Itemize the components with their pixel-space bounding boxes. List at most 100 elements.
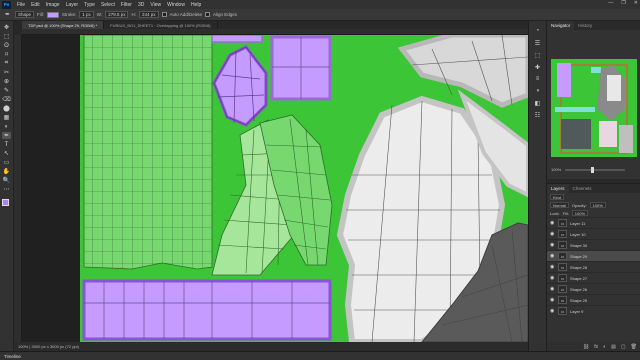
menu-select[interactable]: Select — [98, 2, 118, 8]
visibility-eye-icon[interactable]: ◉ — [550, 308, 555, 314]
layer-name: Shape 27 — [570, 275, 588, 281]
pen-tool-icon[interactable]: ✒ — [3, 11, 12, 18]
shape-mode-select[interactable]: Shape — [15, 11, 35, 18]
eyedropper-tool-icon[interactable]: ⊕ — [2, 78, 11, 85]
tab-document-secondary[interactable]: FURIUS_BG1_SHEET1 · Overlapping @ 100% (… — [104, 21, 218, 29]
tab-history[interactable]: History — [574, 21, 596, 30]
color-panel-icon[interactable]: ◔ — [533, 27, 542, 35]
lock-row: Lock: Fill: 100% — [547, 209, 640, 217]
crop-tool-icon[interactable]: ⌗ — [2, 60, 11, 67]
visibility-eye-icon[interactable]: ◉ — [550, 297, 555, 303]
menu-3d[interactable]: 3D — [135, 2, 147, 8]
fill-tool-icon[interactable]: ⬤ — [2, 105, 11, 112]
maximize-icon[interactable]: ❐ — [621, 0, 625, 6]
layer-row[interactable]: ◉ ▭ Shape 27 — [547, 272, 640, 283]
visibility-eye-icon[interactable]: ◉ — [550, 286, 555, 292]
paragraph-panel-icon[interactable]: ☷ — [533, 111, 542, 119]
layer-row[interactable]: ◉ ▭ Layer 10 — [547, 228, 640, 239]
align-edges-checkbox[interactable] — [205, 12, 211, 17]
adjustment-layer-icon[interactable]: ◐ — [603, 344, 606, 350]
timeline-panel-bar[interactable]: Timeline — [0, 351, 640, 360]
move-tool-icon[interactable]: ✥ — [2, 24, 11, 31]
zoom-value[interactable]: 100% — [551, 167, 561, 172]
delete-layer-icon[interactable]: 🗑 — [631, 344, 637, 350]
visibility-eye-icon[interactable]: ◉ — [550, 275, 555, 281]
eraser-tool-icon[interactable]: ⌫ — [2, 96, 11, 103]
visibility-eye-icon[interactable]: ◉ — [550, 264, 555, 270]
blend-mode-select[interactable]: Normal — [550, 202, 569, 208]
preview-cyan-bar — [555, 107, 595, 112]
visibility-eye-icon[interactable]: ◉ — [550, 242, 555, 248]
menu-edit[interactable]: Edit — [28, 2, 43, 8]
menu-layer[interactable]: Layer — [63, 2, 82, 8]
new-layer-icon[interactable]: ▢ — [621, 344, 626, 350]
close-icon[interactable]: ✕ — [634, 0, 638, 6]
layer-row-selected[interactable]: ◉ ▭ Shape 29 — [547, 250, 640, 261]
lasso-tool-icon[interactable]: ʘ — [2, 42, 11, 49]
zoom-slider-knob[interactable] — [591, 166, 595, 173]
auto-add-delete-checkbox[interactable] — [161, 12, 167, 17]
brush-tool-icon[interactable]: ✎ — [2, 87, 11, 94]
gradient-tool-icon[interactable]: ▦ — [2, 114, 11, 121]
opacity-field[interactable]: 100% — [589, 202, 606, 208]
slice-tool-icon[interactable]: ✂ — [2, 69, 11, 76]
menu-type[interactable]: Type — [81, 2, 98, 8]
visibility-eye-icon[interactable]: ◉ — [550, 231, 555, 237]
visibility-eye-icon[interactable]: ◉ — [550, 220, 555, 226]
fill-opacity-field[interactable]: 100% — [571, 210, 589, 216]
tab-layers[interactable]: Layers — [547, 184, 569, 193]
color-swatches[interactable] — [1, 199, 12, 209]
menu-filter[interactable]: Filter — [118, 2, 135, 8]
layer-row[interactable]: ◉ ▭ Shape 28 — [547, 261, 640, 272]
marquee-tool-icon[interactable]: ⬚ — [2, 33, 11, 40]
menu-image[interactable]: Image — [43, 2, 63, 8]
fill-swatch[interactable] — [47, 11, 60, 18]
width-field[interactable]: 279.5 px — [105, 11, 129, 18]
layer-row[interactable]: ◉ ▭ Layer 9 — [547, 305, 640, 316]
path-select-tool-icon[interactable]: ↖ — [2, 150, 11, 157]
panel-icon-strip: ◔ ☰ ⬚ ✚ ≡ ◑ ◧ ☷ — [528, 21, 546, 351]
options-bar: ✒ Shape Fill: Stroke: 1 px W: 279.5 px H… — [0, 9, 640, 21]
paths-panel-icon[interactable]: ◧ — [533, 99, 542, 107]
tab-navigator[interactable]: Navigator — [547, 21, 575, 30]
visibility-eye-icon[interactable]: ◉ — [550, 253, 555, 259]
minimize-icon[interactable]: — — [608, 0, 613, 6]
tab-channels[interactable]: Channels — [569, 184, 596, 193]
shape-tool-icon[interactable]: ▭ — [2, 159, 11, 166]
styles-panel-icon[interactable]: ◑ — [533, 87, 542, 95]
layer-kind-filter[interactable]: Kind — [550, 194, 565, 200]
group-icon[interactable]: ▤ — [611, 344, 616, 350]
layer-filter-row: Kind — [547, 193, 640, 201]
type-tool-icon[interactable]: T — [2, 141, 11, 148]
menu-help[interactable]: Help — [188, 2, 204, 8]
layer-row[interactable]: ◉ ▭ Layer 11 — [547, 217, 640, 228]
layer-row[interactable]: ◉ ▭ Shape 30 — [547, 239, 640, 250]
hand-tool-icon[interactable]: ✋ — [2, 168, 11, 175]
foreground-color[interactable] — [1, 199, 9, 206]
link-layers-icon[interactable]: ⛓ — [583, 344, 589, 350]
swatches-panel-icon[interactable]: ☰ — [533, 39, 542, 47]
more-tools-icon[interactable]: ⋯ — [2, 186, 11, 193]
quick-select-tool-icon[interactable]: ⌑ — [2, 51, 11, 58]
menu-view[interactable]: View — [147, 2, 164, 8]
properties-panel-icon[interactable]: ≡ — [533, 75, 542, 83]
tab-document-active[interactable]: TDF.psd @ 100% (Shape 29, RGB/8) * — [22, 21, 105, 29]
zoom-slider[interactable] — [565, 166, 626, 173]
dodge-tool-icon[interactable]: ◐ — [2, 123, 11, 130]
libraries-panel-icon[interactable]: ⬚ — [533, 51, 542, 59]
stroke-label: Stroke: — [62, 12, 77, 17]
layer-name: Shape 26 — [570, 286, 588, 292]
height-field[interactable]: 244 px — [138, 11, 159, 18]
document-canvas[interactable] — [22, 35, 528, 342]
navigator-thumbnail[interactable] — [551, 59, 637, 157]
pen-tool-button-icon[interactable]: ✒ — [2, 132, 11, 139]
layer-name: Layer 10 — [570, 231, 586, 237]
adjustments-panel-icon[interactable]: ✚ — [533, 63, 542, 71]
layer-row[interactable]: ◉ ▭ Shape 26 — [547, 283, 640, 294]
layer-row[interactable]: ◉ ▭ Shape 25 — [547, 294, 640, 305]
zoom-tool-icon[interactable]: 🔍 — [2, 177, 11, 184]
stroke-width-field[interactable]: 1 px — [79, 11, 94, 18]
menu-window[interactable]: Window — [164, 2, 188, 8]
menu-file[interactable]: File — [14, 2, 28, 8]
layer-style-icon[interactable]: fx — [594, 344, 598, 350]
